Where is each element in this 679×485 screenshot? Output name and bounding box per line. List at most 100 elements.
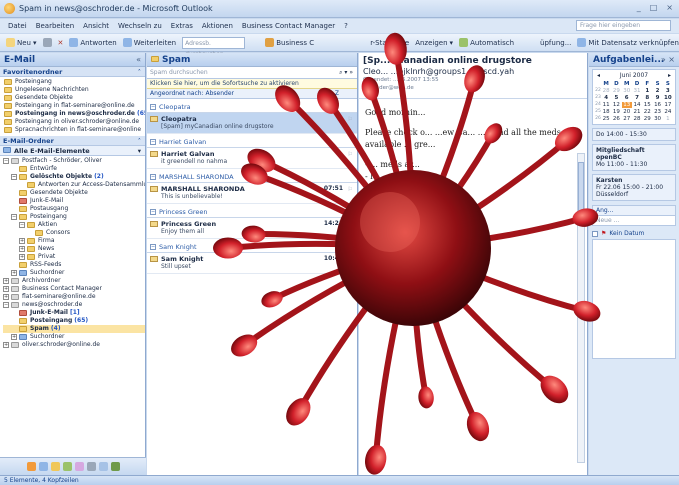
favorites-header[interactable]: Favoritenordner ˄ (0, 67, 145, 77)
reply-button[interactable]: Antworten (69, 38, 117, 47)
calendar-day[interactable]: 24 (663, 109, 673, 115)
appointment-item[interactable]: Mitgliedschaft openBC Mo 11:00 - 11:30 (592, 144, 676, 171)
expand-toggle-icon[interactable]: − (11, 174, 17, 180)
calendar-day[interactable]: 4 (601, 95, 611, 101)
menu-aktionen[interactable]: Aktionen (202, 22, 233, 30)
folder-tree-item[interactable]: − Aktien (3, 221, 145, 229)
message-group-header[interactable]: − MARSHALL SHARONDA (147, 172, 357, 183)
all-mail-items-dropdown[interactable]: Alle E-Mail-Elemente ▾ (0, 146, 145, 156)
link-record-button[interactable]: Mit Datensatz verknüpfen (577, 38, 679, 47)
calendar-day[interactable]: 29 (611, 88, 621, 94)
new-task-input[interactable]: Neue ... (592, 216, 676, 226)
calendar-nav-icon[interactable] (38, 462, 48, 471)
flag-icon[interactable]: ⚐ (348, 256, 353, 263)
flag-icon[interactable]: ⚐ (348, 186, 353, 193)
tasks-nav-icon[interactable] (62, 462, 72, 471)
flag-icon[interactable]: ⚐ (348, 221, 353, 228)
expand-toggle-icon[interactable]: + (3, 342, 9, 348)
calendar-day[interactable]: 1 (642, 88, 652, 94)
menu-business-contact-manager[interactable]: Business Contact Manager (242, 22, 335, 30)
calendar-day[interactable]: 26 (611, 116, 621, 122)
calendar-day[interactable]: 17 (663, 102, 673, 108)
collapse-nav-button[interactable]: « (136, 53, 141, 67)
calendar-day[interactable]: 11 (601, 102, 611, 108)
folder-tree-item[interactable]: + Firma (3, 237, 145, 245)
folder-tree-item[interactable]: Consors (3, 229, 145, 237)
favorite-folder-item[interactable]: Ungelesene Nachrichten (4, 86, 145, 94)
expand-toggle-icon[interactable]: + (11, 270, 17, 276)
mail-folders-header[interactable]: E-Mail-Ordner ˄ (0, 136, 145, 146)
shortcuts-nav-icon[interactable] (98, 462, 108, 471)
favorite-folder-item[interactable]: Posteingang in flat-seminare@online.de (4, 102, 145, 110)
message-row[interactable]: Harriet Galvan it greendell no nahma ⚐ (147, 148, 357, 169)
close-todo-button[interactable]: » × (661, 53, 675, 67)
flag-icon[interactable]: ⚐ (348, 116, 353, 123)
calendar-day[interactable]: 30 (622, 88, 632, 94)
spam-search-input[interactable]: Spam durchsuchen ⌕ ▾ » (147, 67, 357, 79)
automatic-button[interactable]: Automatisch (459, 38, 514, 47)
next-month-button[interactable]: ▸ (668, 72, 671, 79)
calendar-day[interactable]: 10 (663, 95, 673, 101)
calendar-day[interactable]: 21 (632, 109, 642, 115)
message-group-header[interactable]: − Cleopatra (147, 102, 357, 113)
calendar-day[interactable]: 12 (611, 102, 621, 108)
appointment-item[interactable]: Karsten Fr 22.06 15:00 - 21:00 Düsseldorf (592, 174, 676, 201)
message-row[interactable]: Princess Green Enjoy them all 14:21 ⚐ (147, 218, 357, 239)
folder-tree-item[interactable]: − Gelöschte Objekte (2) (3, 173, 145, 181)
calendar-day[interactable]: 3 (663, 88, 673, 94)
calendar-day[interactable]: 9 (652, 95, 662, 101)
minimize-button[interactable]: _ (637, 3, 641, 12)
folder-tree-item[interactable]: Antworten zur Access-Datensammlu (3, 181, 145, 189)
folder-tree-item[interactable]: − Postfach - Schröder, Oliver (3, 157, 145, 165)
favorite-folder-item[interactable]: Spracnachrichten in flat-seminare@online (4, 126, 145, 134)
calendar-day[interactable]: 1 (663, 116, 673, 122)
menu-wechseln-zu[interactable]: Wechseln zu (118, 22, 162, 30)
expand-toggle-icon[interactable]: − (19, 222, 25, 228)
menu-bearbeiten[interactable]: Bearbeiten (36, 22, 74, 30)
calendar-day[interactable]: 31 (632, 88, 642, 94)
calendar-day[interactable]: 22 (642, 109, 652, 115)
expand-toggle-icon[interactable]: − (11, 214, 17, 220)
expand-toggle-icon[interactable]: − (3, 302, 9, 308)
appointment-item[interactable]: Do 14:00 - 15:30 (592, 128, 676, 141)
folder-tree-item[interactable]: Posteingang (65) (3, 317, 145, 325)
scrollbar-thumb[interactable] (578, 162, 584, 222)
folder-tree-item[interactable]: RSS-Feeds (3, 261, 145, 269)
notes-nav-icon[interactable] (74, 462, 84, 471)
folder-tree-item[interactable]: + Archivordner (3, 277, 145, 285)
flag-icon[interactable]: ⚐ (348, 151, 353, 158)
folder-tree-item[interactable]: Entwürfe (3, 165, 145, 173)
business-nav-icon[interactable] (110, 462, 120, 471)
expand-toggle-icon[interactable]: + (11, 334, 17, 340)
calendar-day[interactable]: 13 (621, 102, 632, 108)
folder-tree-item[interactable]: + flat-seminare@online.de (3, 293, 145, 301)
message-row[interactable]: Cleopatra [Spam] myCanadian online drugst… (147, 113, 357, 134)
collapse-box-icon[interactable]: − (150, 139, 156, 145)
folder-tree-item[interactable]: Junk-E-Mail (3, 197, 145, 205)
reading-scrollbar[interactable] (577, 153, 585, 463)
calendar-day[interactable]: 27 (622, 116, 632, 122)
folder-tree-item[interactable]: + oliver.schroder@online.de (3, 341, 145, 349)
folder-list-nav-icon[interactable] (86, 462, 96, 471)
menu-extras[interactable]: Extras (171, 22, 193, 30)
sort-header[interactable]: Angeordnet nach: Absender A-Z (147, 89, 357, 99)
calendar-day[interactable]: 28 (601, 88, 611, 94)
help-search-input[interactable]: Frage hier eingeben (576, 20, 671, 31)
expand-toggle-icon[interactable]: + (19, 254, 25, 260)
calendar-day[interactable]: 19 (611, 109, 621, 115)
calendar-day[interactable]: 18 (601, 109, 611, 115)
folder-tree-item[interactable]: + Suchordner (3, 333, 145, 341)
startpage-button[interactable]: r-Startseite (370, 39, 409, 47)
address-book-search-input[interactable]: Adressb. durchsuchen (182, 36, 246, 58)
message-group-header[interactable]: − Harriet Galvan (147, 137, 357, 148)
folder-tree-item[interactable]: Spam (4) (3, 325, 145, 333)
instant-search-hint[interactable]: Klicken Sie hier, um die Sofortsuche zu … (147, 79, 357, 89)
calendar-day[interactable]: 23 (652, 109, 662, 115)
menu-datei[interactable]: Datei (8, 22, 27, 30)
check-button[interactable]: üpfung... (540, 39, 571, 47)
calendar-day[interactable]: 30 (652, 116, 662, 122)
folder-tree-item[interactable]: + Business Contact Manager (3, 285, 145, 293)
expand-toggle-icon[interactable]: + (3, 286, 9, 292)
calendar-day[interactable]: 5 (611, 95, 621, 101)
menu-help[interactable]: ? (344, 22, 348, 30)
